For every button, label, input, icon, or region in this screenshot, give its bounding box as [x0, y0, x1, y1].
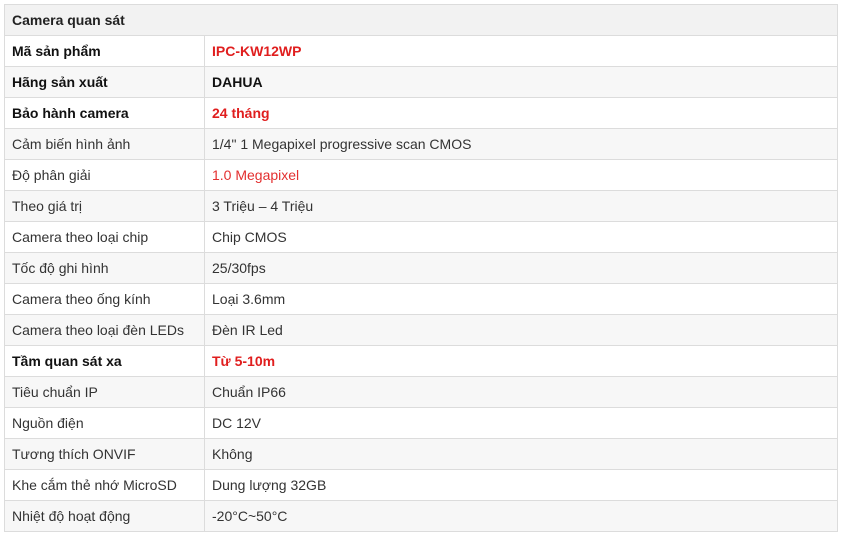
row-label: Theo giá trị	[4, 190, 205, 222]
row-label: Camera theo ống kính	[4, 283, 205, 315]
row-label: Cảm biến hình ảnh	[4, 128, 205, 160]
row-label: Camera theo loại đèn LEDs	[4, 314, 205, 346]
table-row: Nhiệt độ hoạt động -20°C~50°C	[4, 500, 839, 532]
table-row: Độ phân giải 1.0 Megapixel	[4, 159, 839, 191]
row-value: DC 12V	[203, 407, 839, 439]
row-value: -20°C~50°C	[203, 500, 839, 532]
row-value: 1/4" 1 Megapixel progressive scan CMOS	[203, 128, 839, 160]
table-row: Nguồn điện DC 12V	[4, 407, 839, 439]
row-value: Loại 3.6mm	[203, 283, 839, 315]
row-label: Khe cắm thẻ nhớ MicroSD	[4, 469, 205, 501]
row-label: Tầm quan sát xa	[4, 345, 205, 377]
row-value: Đèn IR Led	[203, 314, 839, 346]
row-value: IPC-KW12WP	[203, 35, 839, 67]
row-label: Camera theo loại chip	[4, 221, 205, 253]
spec-table: Camera quan sát Mã sản phẩm IPC-KW12WP H…	[3, 4, 839, 532]
row-value: 3 Triệu – 4 Triệu	[203, 190, 839, 222]
table-row: Camera theo loại đèn LEDs Đèn IR Led	[4, 314, 839, 346]
row-label: Tiêu chuẩn IP	[4, 376, 205, 408]
table-row: Mã sản phẩm IPC-KW12WP	[4, 35, 839, 67]
table-row: Camera theo loại chip Chip CMOS	[4, 221, 839, 253]
table-header-row: Camera quan sát	[3, 4, 839, 36]
row-value: Chuẩn IP66	[203, 376, 839, 408]
table-row: Tốc độ ghi hình 25/30fps	[4, 252, 839, 284]
row-label: Hãng sản xuất	[4, 66, 205, 98]
table-row: Tiêu chuẩn IP Chuẩn IP66	[4, 376, 839, 408]
row-value: 24 tháng	[203, 97, 839, 129]
table-row: Theo giá trị 3 Triệu – 4 Triệu	[4, 190, 839, 222]
row-value: Dung lượng 32GB	[203, 469, 839, 501]
table-title: Camera quan sát	[3, 4, 839, 36]
row-label: Tương thích ONVIF	[4, 438, 205, 470]
row-label: Bảo hành camera	[4, 97, 205, 129]
table-row: Tầm quan sát xa Từ 5-10m	[4, 345, 839, 377]
table-row: Tương thích ONVIF Không	[4, 438, 839, 470]
row-value: DAHUA	[203, 66, 839, 98]
row-label: Nguồn điện	[4, 407, 205, 439]
row-label: Độ phân giải	[4, 159, 205, 191]
row-label: Mã sản phẩm	[4, 35, 205, 67]
row-value: Không	[203, 438, 839, 470]
row-value: 25/30fps	[203, 252, 839, 284]
table-row: Khe cắm thẻ nhớ MicroSD Dung lượng 32GB	[4, 469, 839, 501]
table-row: Bảo hành camera 24 tháng	[4, 97, 839, 129]
row-value: 1.0 Megapixel	[203, 159, 839, 191]
row-label: Nhiệt độ hoạt động	[4, 500, 205, 532]
row-label: Tốc độ ghi hình	[4, 252, 205, 284]
row-value: Chip CMOS	[203, 221, 839, 253]
table-row: Camera theo ống kính Loại 3.6mm	[4, 283, 839, 315]
table-row: Hãng sản xuất DAHUA	[4, 66, 839, 98]
table-row: Cảm biến hình ảnh 1/4" 1 Megapixel progr…	[4, 128, 839, 160]
row-value: Từ 5-10m	[203, 345, 839, 377]
